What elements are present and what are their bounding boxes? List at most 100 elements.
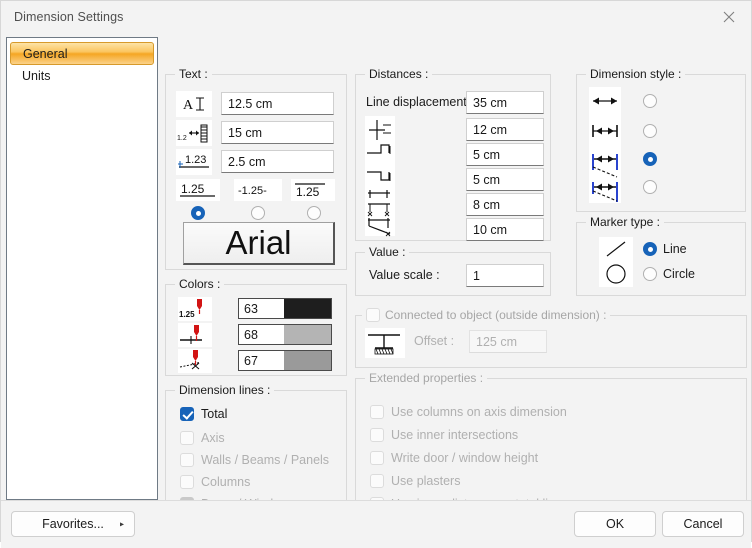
color-text-value: 63 [239, 299, 284, 318]
checkbox-box [180, 453, 194, 467]
cancel-label: Cancel [684, 517, 723, 531]
dimension-line-walls-checkbox[interactable]: Walls / Beams / Panels [180, 453, 329, 467]
distances-group: Distances : Line displacement : 35 cm [355, 74, 551, 241]
connected-to-object-label: Connected to object (outside dimension) … [385, 308, 606, 322]
checkbox-label: Axis [201, 431, 225, 445]
text-align-option-3-radio[interactable] [307, 206, 321, 220]
color-line-swatch[interactable] [284, 325, 331, 344]
dimension-style-option-4-radio[interactable] [643, 180, 657, 194]
distance-4-field[interactable]: 8 cm [466, 193, 544, 216]
line-displacement-field[interactable]: 35 cm [466, 91, 544, 114]
color-text-swatch[interactable] [284, 299, 331, 318]
dimension-style-option-3-radio[interactable] [643, 152, 657, 166]
svg-text:1.2: 1.2 [177, 135, 187, 142]
svg-text:1.25: 1.25 [296, 185, 320, 199]
use-plasters-checkbox[interactable]: Use plasters [370, 474, 460, 488]
distance-3-field[interactable]: 5 cm [466, 168, 544, 191]
value-scale-field[interactable]: 1 [466, 264, 544, 287]
ok-button[interactable]: OK [574, 511, 656, 537]
dimension-style-option-1-radio[interactable] [643, 94, 657, 108]
value-scale-value: 1 [473, 269, 480, 283]
cancel-button[interactable]: Cancel [662, 511, 744, 537]
text-offset-icon: 1.23 [176, 149, 212, 175]
distance-2-field[interactable]: 5 cm [466, 143, 544, 166]
sidebar-item-label: Units [22, 69, 50, 83]
svg-text:1.23: 1.23 [185, 154, 206, 166]
distance-icons-strip [365, 116, 395, 236]
offset-field[interactable]: 125 cm [469, 330, 547, 353]
offset-label: Offset : [414, 334, 454, 348]
checkbox-box [370, 405, 384, 419]
extended-properties-legend: Extended properties : [365, 371, 487, 385]
value-group: Value : Value scale : 1 [355, 252, 551, 296]
sidebar-item-units[interactable]: Units [10, 65, 154, 87]
close-icon[interactable] [706, 1, 751, 32]
offset-value: 125 cm [476, 335, 517, 349]
marker-line-option[interactable]: Line [643, 242, 687, 256]
text-group-legend: Text : [175, 67, 212, 81]
distance-5-field[interactable]: 10 cm [466, 218, 544, 241]
value-scale-label: Value scale : [369, 268, 440, 282]
font-preview-label: Arial [225, 224, 291, 262]
text-size-value: 12.5 cm [228, 97, 272, 111]
color-text-field[interactable]: 63 [238, 298, 332, 319]
color-marker-pen-icon [178, 349, 212, 373]
use-columns-on-axis-checkbox[interactable]: Use columns on axis dimension [370, 405, 567, 419]
dimension-style-icons-strip [589, 87, 621, 203]
dimension-style-group: Dimension style : [576, 74, 746, 212]
dimension-lines-legend: Dimension lines : [175, 383, 274, 397]
connected-to-object-group: Connected to object (outside dimension) … [355, 315, 747, 368]
dimension-style-option-2-radio[interactable] [643, 124, 657, 138]
svg-text:1.25: 1.25 [179, 310, 195, 319]
dialog-body: General Units Text : A 12.5 cm [1, 32, 751, 500]
marker-type-group: Marker type : Line Circ [576, 222, 746, 296]
dimension-line-columns-checkbox[interactable]: Columns [180, 475, 250, 489]
dist-cross-icon [369, 120, 391, 140]
text-dashes-icon: -1.25- [234, 179, 282, 201]
text-overline-icon: 1.25 [291, 179, 335, 201]
distance-1-field[interactable]: 12 cm [466, 118, 544, 141]
marker-circle-option[interactable]: Circle [643, 267, 695, 281]
title-bar: Dimension Settings [1, 1, 751, 32]
text-size-icon: A [176, 91, 212, 117]
ok-label: OK [606, 517, 624, 531]
text-align-option-2-radio[interactable] [251, 206, 265, 220]
dimension-settings-dialog: Dimension Settings General Units Text : [0, 0, 752, 542]
colors-group-legend: Colors : [175, 277, 224, 291]
checkbox-box [370, 474, 384, 488]
dist-double-tick-icon [368, 190, 390, 216]
line-displacement-value: 35 cm [473, 96, 507, 110]
favorites-button[interactable]: Favorites... ▸ [11, 511, 135, 537]
svg-text:A: A [183, 98, 194, 113]
distance-2-value: 5 cm [473, 148, 500, 162]
font-preview-button[interactable]: Arial [183, 222, 335, 265]
color-marker-field[interactable]: 67 [238, 350, 332, 371]
dist-slope-icon [368, 218, 390, 236]
use-inner-intersections-checkbox[interactable]: Use inner intersections [370, 428, 518, 442]
dimension-line-axis-checkbox[interactable]: Axis [180, 431, 225, 445]
text-distance-field[interactable]: 15 cm [221, 121, 334, 144]
chevron-right-icon: ▸ [120, 520, 124, 529]
write-door-window-height-checkbox[interactable]: Write door / window height [370, 451, 538, 465]
color-marker-swatch[interactable] [284, 351, 331, 370]
marker-line-radio [643, 242, 657, 256]
checkbox-box [180, 431, 194, 445]
marker-type-legend: Marker type : [586, 215, 664, 229]
color-line-field[interactable]: 68 [238, 324, 332, 345]
marker-circle-radio [643, 267, 657, 281]
text-align-option-1-radio[interactable] [191, 206, 205, 220]
connected-to-object-checkbox[interactable] [366, 308, 380, 322]
style-arrow-both-icon [593, 98, 617, 105]
connected-to-object-legend-wrap: Connected to object (outside dimension) … [362, 308, 610, 322]
distance-5-value: 10 cm [473, 223, 507, 237]
checkbox-label: Use columns on axis dimension [391, 405, 567, 419]
sidebar: General Units [6, 37, 158, 500]
text-size-field[interactable]: 12.5 cm [221, 92, 334, 115]
svg-text:1.25: 1.25 [181, 182, 205, 196]
style-arrow-ticks-icon [593, 125, 617, 137]
dimension-line-total-checkbox[interactable]: Total [180, 407, 227, 421]
text-offset-field[interactable]: 2.5 cm [221, 150, 334, 173]
dist-box-top-icon [367, 145, 390, 154]
text-group: Text : A 12.5 cm 1.2 [165, 74, 347, 270]
sidebar-item-general[interactable]: General [10, 42, 154, 65]
